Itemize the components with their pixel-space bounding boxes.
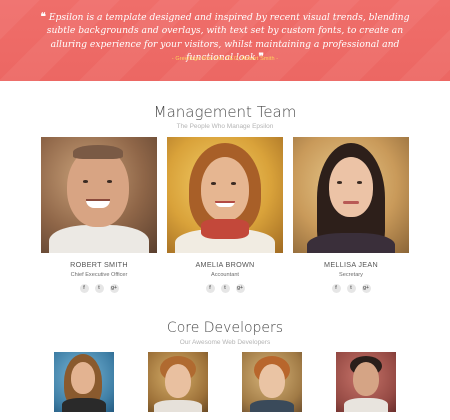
management-subtitle: The People Who Manage Epsilon bbox=[176, 123, 274, 130]
member-role: Accountant bbox=[211, 272, 239, 278]
twitter-icon[interactable]: t bbox=[346, 284, 356, 293]
quote-credit: - Greetings from Our CEO, Robert Smith - bbox=[171, 56, 279, 62]
developer-photo bbox=[54, 352, 114, 412]
team-member-card: AMELIA BROWN Accountant f t g+ bbox=[167, 137, 283, 293]
quote-banner: ❝ Epsilon is a template designed and ins… bbox=[0, 0, 450, 81]
social-links: f t g+ bbox=[41, 284, 157, 293]
developer-photo bbox=[242, 352, 302, 412]
member-name: AMELIA BROWN bbox=[195, 260, 255, 269]
google-plus-icon[interactable]: g+ bbox=[109, 284, 119, 293]
management-title: Management Team bbox=[153, 103, 297, 121]
developers-subtitle: Our Awesome Web Developers bbox=[179, 339, 271, 346]
social-links: f t g+ bbox=[293, 284, 409, 293]
social-links: f t g+ bbox=[167, 284, 283, 293]
google-plus-icon[interactable]: g+ bbox=[235, 284, 245, 293]
member-role: Chief Executive Officer bbox=[70, 272, 128, 278]
member-photo bbox=[293, 137, 409, 253]
member-photo bbox=[167, 137, 283, 253]
team-member-card: ROBERT SMITH Chief Executive Officer f t… bbox=[41, 137, 157, 293]
twitter-icon[interactable]: t bbox=[94, 284, 104, 293]
quote-open-icon: ❝ bbox=[40, 12, 46, 23]
facebook-icon[interactable]: f bbox=[79, 284, 89, 293]
member-role: Secretary bbox=[339, 272, 363, 278]
member-name: MELLISA JEAN bbox=[324, 260, 378, 269]
developers-title: Core Developers bbox=[166, 320, 284, 336]
member-name: ROBERT SMITH bbox=[70, 260, 128, 269]
facebook-icon[interactable]: f bbox=[331, 284, 341, 293]
developer-photo bbox=[336, 352, 396, 412]
facebook-icon[interactable]: f bbox=[205, 284, 215, 293]
developer-photo bbox=[148, 352, 208, 412]
google-plus-icon[interactable]: g+ bbox=[361, 284, 371, 293]
team-member-card: MELLISA JEAN Secretary f t g+ bbox=[293, 137, 409, 293]
member-photo bbox=[41, 137, 157, 253]
twitter-icon[interactable]: t bbox=[220, 284, 230, 293]
